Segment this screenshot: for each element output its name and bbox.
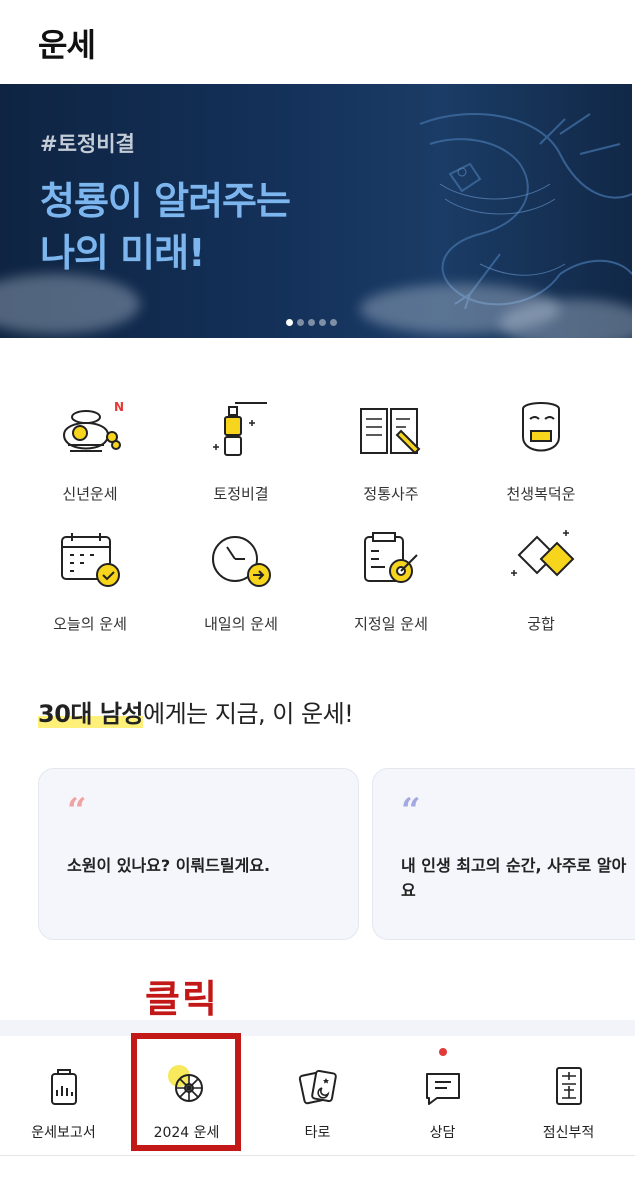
card-text-line: 소원이 있나요? 이뤄드릴게요. [67,856,271,875]
pagination-dot[interactable] [330,319,337,326]
mask-icon [522,402,560,452]
quote-icon: “ [401,791,421,831]
tab-talisman[interactable]: 점신부적 [505,1036,632,1156]
calendar-check-icon [61,533,120,587]
recommendation-heading: 30대 남성에게는 지금, 이 운세! [38,694,354,729]
service-label: 토정비결 [213,485,269,503]
tab-consultation[interactable]: 상담 [379,1036,506,1156]
quote-icon: “ [67,791,87,831]
recommendation-card[interactable]: “ 내 인생 최고의 순간, 사주로 알아 요 [372,768,635,940]
recommendation-rest: 에게는 지금, 이 운세! [143,700,354,728]
service-label: 내일의 운세 [204,615,278,633]
clock-arrow-icon [212,536,271,587]
promo-banner[interactable]: #토정비결 청룡이 알려주는 나의 미래! [0,84,632,338]
service-new-year-fortune[interactable]: N 신년운세 [15,395,165,504]
puzzle-icon [511,530,575,577]
service-label: 궁합 [527,615,555,633]
tab-tarot[interactable]: 타로 [254,1036,381,1156]
tabbar-separator [0,1020,635,1036]
service-label: 천생복덕운 [506,485,576,503]
new-badge: N [114,400,124,414]
banner-pagination[interactable] [286,319,337,326]
tarot-cards-icon [298,1069,337,1105]
recommendation-highlight: 30대 남성 [38,700,144,728]
click-annotation-label: 클릭 [145,977,219,1021]
service-date-fortune[interactable]: 지정일 운세 [316,525,466,634]
tab-label: 점신부적 [542,1125,595,1141]
chat-bubble-icon [425,1073,460,1105]
banner-headline-2: 나의 미래! [40,231,205,275]
pagination-dot[interactable] [319,319,326,326]
service-traditional-saju[interactable]: 정통사주 [316,395,466,504]
banner-tag: #토정비결 [40,132,135,156]
scroll-book-icon [213,402,267,456]
service-tomorrow-fortune[interactable]: 내일의 운세 [166,525,316,634]
tab-label: 운세보고서 [31,1125,96,1141]
service-label: 정통사주 [363,485,419,503]
service-cheonsaeng[interactable]: 천생복덕운 [466,395,616,504]
pagination-dot[interactable] [297,319,304,326]
talisman-icon [555,1067,582,1105]
tab-label: 상담 [429,1125,456,1141]
card-text: 내 인생 최고의 순간, 사주로 알아 요 [401,853,626,903]
click-annotation-box [131,1033,241,1151]
recommendation-card[interactable]: “ 소원이 있나요? 이뤄드릴게요. [38,768,359,940]
book-pencil-icon [360,408,421,455]
pagination-dot[interactable] [308,319,315,326]
card-text-line: 내 인생 최고의 순간, 사주로 알아 [401,856,627,875]
service-compatibility[interactable]: 궁합 [466,525,616,634]
service-label: 오늘의 운세 [53,615,127,633]
clipboard-target-icon [364,532,418,583]
pagination-dot[interactable] [286,319,293,326]
report-bag-icon [50,1069,77,1105]
service-label: 신년운세 [62,485,118,503]
service-today-fortune[interactable]: 오늘의 운세 [15,525,165,634]
card-text-line: 요 [401,881,416,900]
tab-label: 타로 [304,1125,331,1141]
card-text: 소원이 있나요? 이뤄드릴게요. [67,853,270,878]
app-header: 운세 [0,0,635,84]
page-title: 운세 [38,26,96,64]
fortune-pot-icon: N [62,400,124,452]
service-tojeong[interactable]: 토정비결 [166,395,316,504]
notification-dot [438,1048,447,1056]
tab-fortune-report[interactable]: 운세보고서 [0,1036,127,1156]
banner-headline-1: 청룡이 알려주는 [40,179,291,223]
service-label: 지정일 운세 [354,615,428,633]
bottom-tab-bar: 운세보고서 2024 운세 타로 상담 점신부적 [0,1036,635,1156]
